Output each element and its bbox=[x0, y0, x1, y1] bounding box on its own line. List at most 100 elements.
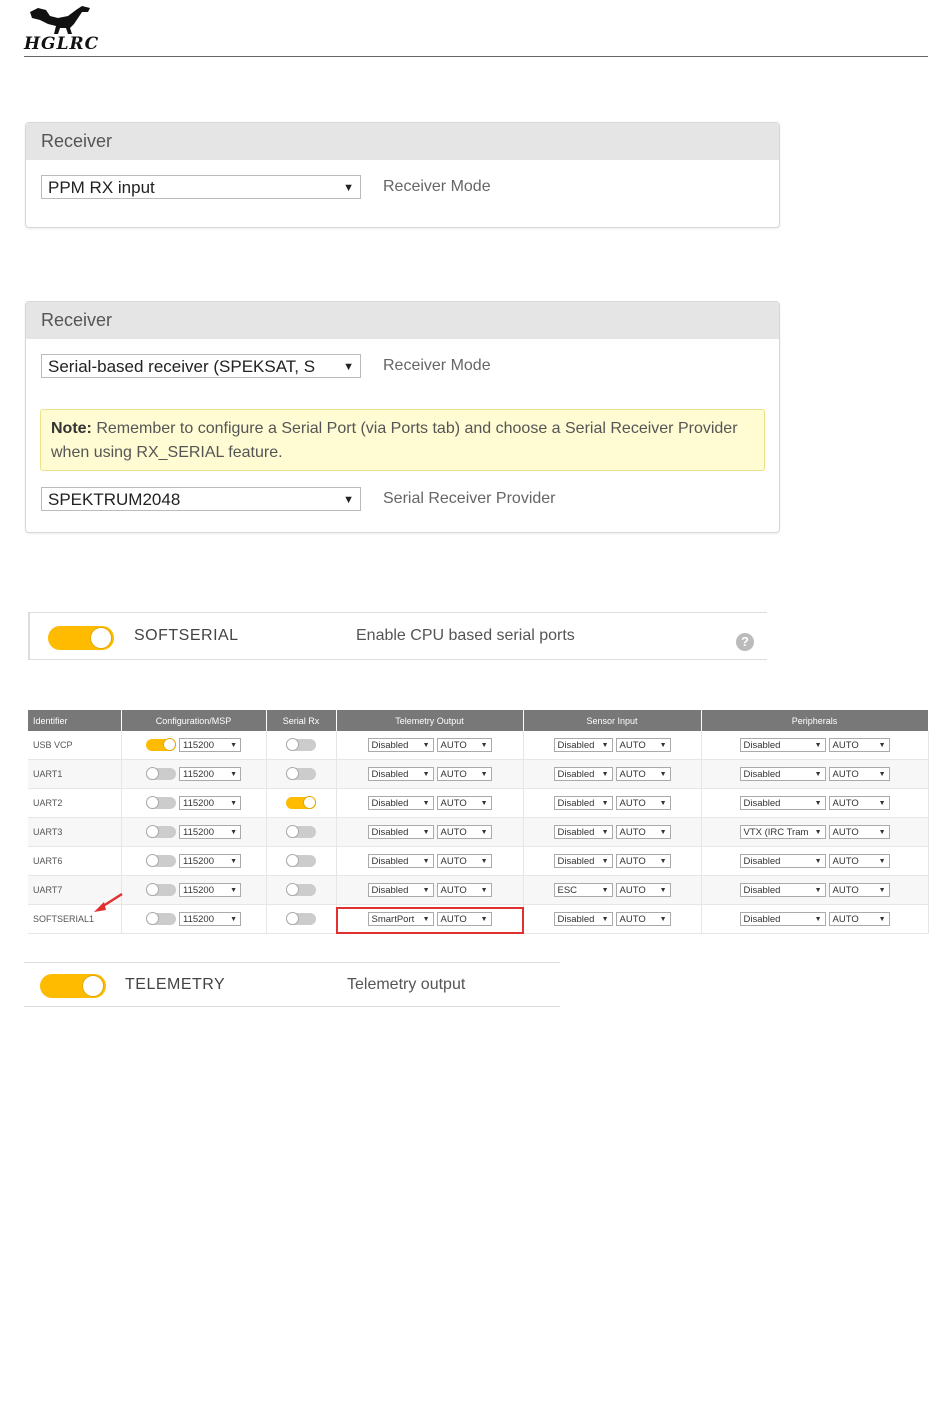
peripherals-cell: Disabled ▼ AUTO ▼ bbox=[701, 875, 929, 905]
telemetry-select-value: Disabled bbox=[371, 798, 409, 809]
baud-select[interactable]: 115200 ▼ bbox=[179, 912, 241, 926]
telemetry-select[interactable]: Disabled ▼ bbox=[367, 825, 434, 839]
peripherals-baud-select[interactable]: AUTO ▼ bbox=[828, 767, 890, 781]
sensor-select[interactable]: ESC ▼ bbox=[553, 883, 613, 897]
peripherals-cell: Disabled ▼ AUTO ▼ bbox=[701, 846, 929, 876]
port-toggle[interactable] bbox=[286, 912, 316, 925]
telemetry-baud-select[interactable]: AUTO ▼ bbox=[436, 738, 492, 752]
telemetry-baud-select-value: AUTO bbox=[440, 827, 467, 838]
peripherals-select[interactable]: Disabled ▼ bbox=[739, 883, 826, 897]
sensor-baud-select[interactable]: AUTO ▼ bbox=[615, 854, 671, 868]
baud-select[interactable]: 115200 ▼ bbox=[179, 883, 241, 897]
telemetry-baud-select-value: AUTO bbox=[440, 769, 467, 780]
baud-select[interactable]: 115200 ▼ bbox=[179, 825, 241, 839]
serial-rx-cell bbox=[266, 875, 337, 905]
receiver-mode-select[interactable]: Serial-based receiver (SPEKSAT, S ▼ bbox=[41, 354, 361, 378]
telemetry-baud-select[interactable]: AUTO ▼ bbox=[436, 767, 492, 781]
panel-title: Receiver bbox=[26, 123, 779, 160]
note-bold: Note: bbox=[51, 420, 92, 437]
port-toggle[interactable] bbox=[146, 796, 176, 809]
baud-select[interactable]: 115200 ▼ bbox=[179, 796, 241, 810]
ports-table: Identifier Configuration/MSP Serial Rx T… bbox=[28, 710, 929, 934]
port-toggle[interactable] bbox=[286, 883, 316, 896]
dropdown-arrow-icon: ▼ bbox=[659, 916, 667, 923]
baud-select-value: 115200 bbox=[183, 740, 214, 751]
receiver-mode-select[interactable]: PPM RX input ▼ bbox=[41, 175, 361, 199]
telemetry-select[interactable]: Disabled ▼ bbox=[367, 883, 434, 897]
sensor-select[interactable]: Disabled ▼ bbox=[553, 738, 613, 752]
sensor-select[interactable]: Disabled ▼ bbox=[553, 854, 613, 868]
sensor-select[interactable]: Disabled ▼ bbox=[553, 767, 613, 781]
baud-select-value: 115200 bbox=[183, 856, 214, 867]
toggle-knob bbox=[286, 825, 299, 838]
port-toggle[interactable] bbox=[146, 738, 176, 751]
port-toggle[interactable] bbox=[146, 854, 176, 867]
serial-rx-cell bbox=[266, 788, 337, 818]
port-toggle[interactable] bbox=[286, 796, 316, 809]
peripherals-select-value: Disabled bbox=[743, 769, 781, 780]
peripherals-baud-select[interactable]: AUTO ▼ bbox=[828, 738, 890, 752]
dropdown-arrow-icon: ▼ bbox=[480, 800, 488, 807]
serial-provider-select[interactable]: SPEKTRUM2048 ▼ bbox=[41, 487, 361, 511]
sensor-select[interactable]: Disabled ▼ bbox=[553, 912, 613, 926]
dropdown-arrow-icon: ▼ bbox=[601, 887, 609, 894]
msp-cell: 115200 ▼ bbox=[121, 759, 267, 789]
help-icon[interactable]: ? bbox=[736, 633, 754, 651]
peripherals-select-value: Disabled bbox=[743, 914, 781, 925]
peripherals-baud-select[interactable]: AUTO ▼ bbox=[828, 854, 890, 868]
telemetry-baud-select[interactable]: AUTO ▼ bbox=[436, 796, 492, 810]
telemetry-select[interactable]: Disabled ▼ bbox=[367, 767, 434, 781]
peripherals-select[interactable]: VTX (IRC Tram ▼ bbox=[739, 825, 826, 839]
sensor-baud-select-value: AUTO bbox=[619, 856, 646, 867]
sensor-baud-select[interactable]: AUTO ▼ bbox=[615, 883, 671, 897]
peripherals-select[interactable]: Disabled ▼ bbox=[739, 912, 826, 926]
port-toggle[interactable] bbox=[286, 825, 316, 838]
sensor-baud-select-value: AUTO bbox=[619, 914, 646, 925]
dinosaur-icon bbox=[30, 6, 90, 34]
toggle-knob bbox=[146, 767, 159, 780]
port-toggle[interactable] bbox=[286, 738, 316, 751]
softserial-feature-row: SOFTSERIAL Enable CPU based serial ports… bbox=[28, 612, 767, 660]
baud-select[interactable]: 115200 ▼ bbox=[179, 767, 241, 781]
port-toggle[interactable] bbox=[286, 854, 316, 867]
peripherals-baud-select-value: AUTO bbox=[832, 827, 859, 838]
peripherals-select[interactable]: Disabled ▼ bbox=[739, 796, 826, 810]
softserial-toggle[interactable] bbox=[48, 626, 114, 650]
msp-cell: 115200 ▼ bbox=[121, 817, 267, 847]
sensor-baud-select[interactable]: AUTO ▼ bbox=[615, 912, 671, 926]
telemetry-baud-select[interactable]: AUTO ▼ bbox=[436, 883, 492, 897]
telemetry-baud-select[interactable]: AUTO ▼ bbox=[436, 825, 492, 839]
port-identifier: UART6 bbox=[28, 846, 122, 876]
peripherals-select[interactable]: Disabled ▼ bbox=[739, 854, 826, 868]
peripherals-baud-select[interactable]: AUTO ▼ bbox=[828, 825, 890, 839]
sensor-baud-select[interactable]: AUTO ▼ bbox=[615, 738, 671, 752]
sensor-select[interactable]: Disabled ▼ bbox=[553, 825, 613, 839]
port-toggle[interactable] bbox=[146, 912, 176, 925]
port-toggle[interactable] bbox=[286, 767, 316, 780]
peripherals-baud-select[interactable]: AUTO ▼ bbox=[828, 883, 890, 897]
port-toggle[interactable] bbox=[146, 825, 176, 838]
telemetry-select[interactable]: Disabled ▼ bbox=[367, 796, 434, 810]
baud-select[interactable]: 115200 ▼ bbox=[179, 738, 241, 752]
telemetry-toggle[interactable] bbox=[40, 974, 106, 998]
peripherals-select[interactable]: Disabled ▼ bbox=[739, 738, 826, 752]
sensor-baud-select[interactable]: AUTO ▼ bbox=[615, 767, 671, 781]
port-toggle[interactable] bbox=[146, 767, 176, 780]
baud-select[interactable]: 115200 ▼ bbox=[179, 854, 241, 868]
peripherals-baud-select[interactable]: AUTO ▼ bbox=[828, 796, 890, 810]
table-row: UART3 115200 ▼ Disabled ▼ AUTO ▼ Disabled ▼ AUTO ▼… bbox=[28, 817, 929, 847]
telemetry-select[interactable]: Disabled ▼ bbox=[367, 854, 434, 868]
table-row: UART1 115200 ▼ Disabled ▼ AUTO ▼ Disabled ▼ AUTO ▼… bbox=[28, 759, 929, 789]
peripherals-select-value: Disabled bbox=[743, 885, 781, 896]
telemetry-select-value: Disabled bbox=[371, 827, 409, 838]
dropdown-arrow-icon: ▼ bbox=[878, 858, 886, 865]
port-toggle[interactable] bbox=[146, 883, 176, 896]
sensor-select[interactable]: Disabled ▼ bbox=[553, 796, 613, 810]
sensor-baud-select[interactable]: AUTO ▼ bbox=[615, 825, 671, 839]
telemetry-select[interactable]: Disabled ▼ bbox=[367, 738, 434, 752]
telemetry-baud-select[interactable]: AUTO ▼ bbox=[436, 854, 492, 868]
sensor-baud-select[interactable]: AUTO ▼ bbox=[615, 796, 671, 810]
peripherals-baud-select[interactable]: AUTO ▼ bbox=[828, 912, 890, 926]
receiver-mode-label: Receiver Mode bbox=[383, 357, 491, 374]
peripherals-select[interactable]: Disabled ▼ bbox=[739, 767, 826, 781]
